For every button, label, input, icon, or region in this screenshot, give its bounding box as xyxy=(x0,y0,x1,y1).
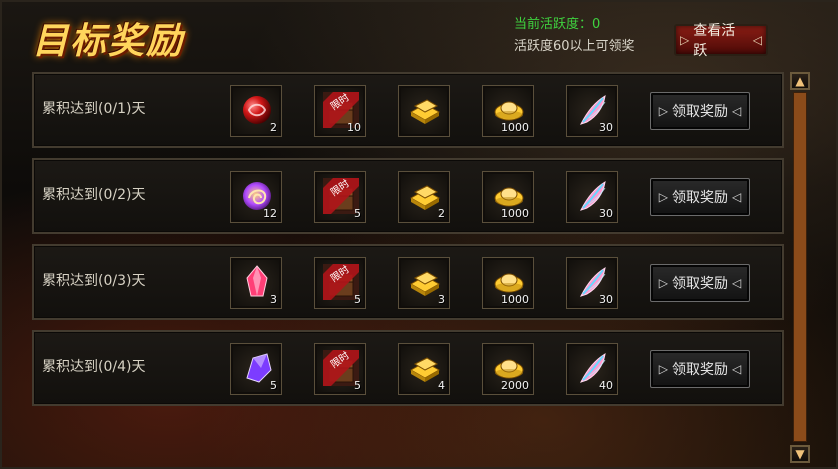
right-arrow-icon: ◁ xyxy=(732,276,742,290)
scrollbar[interactable]: ▲ ▼ xyxy=(790,72,810,463)
reward-item-slot[interactable]: 2000 xyxy=(482,343,534,395)
view-activity-button[interactable]: ▷ 查看活跃 ◁ xyxy=(674,23,768,59)
reward-row-label: 累积达到(0/3)天 xyxy=(42,273,146,289)
activity-hint: 活跃度60以上可领奖 xyxy=(514,39,635,54)
claim-reward-button[interactable]: ▷ 领取奖励 ◁ xyxy=(650,92,750,130)
reward-row: 累积达到(0/2)天 12 限时 5 2 1000 30 ▷ 领取奖励 ◁ xyxy=(32,158,784,234)
reward-item-slot[interactable]: 2 xyxy=(398,171,450,223)
chevron-up-icon: ▲ xyxy=(795,74,805,88)
reward-row: 累积达到(0/3)天 3 限时 5 3 1000 30 ▷ 领取奖励 ◁ xyxy=(32,244,784,320)
reward-item-slot[interactable]: 12 xyxy=(230,171,282,223)
reward-item-slot[interactable]: 3 xyxy=(398,257,450,309)
item-count: 3 xyxy=(270,293,277,306)
item-count: 2 xyxy=(438,207,445,220)
reward-item-slot[interactable]: 限时 5 xyxy=(314,171,366,223)
scroll-down-button[interactable]: ▼ xyxy=(790,445,810,463)
item-count: 5 xyxy=(354,379,361,392)
reward-row: 累积达到(0/4)天 5 限时 5 4 2000 40 ▷ 领取奖励 ◁ xyxy=(32,330,784,406)
panel-header: 目标奖励 当前活跃度：0 活跃度60以上可领奖 ▷ 查看活跃 ◁ xyxy=(2,2,836,66)
item-count: 4 xyxy=(438,379,445,392)
reward-item-slot[interactable]: 40 xyxy=(566,343,618,395)
item-count: 5 xyxy=(354,207,361,220)
reward-item-slot[interactable]: 4 xyxy=(398,343,450,395)
item-count: 2 xyxy=(270,121,277,134)
item-count: 3 xyxy=(438,293,445,306)
reward-item-slot[interactable]: 3 xyxy=(230,257,282,309)
claim-reward-label: 领取奖励 xyxy=(672,362,728,378)
activity-info: 当前活跃度：0 活跃度60以上可领奖 xyxy=(514,14,635,58)
reward-item-slot[interactable]: 限时 5 xyxy=(314,343,366,395)
item-count: 1000 xyxy=(501,293,529,306)
item-count: 12 xyxy=(263,207,277,220)
item-count: 5 xyxy=(354,293,361,306)
claim-reward-button[interactable]: ▷ 领取奖励 ◁ xyxy=(650,264,750,302)
view-activity-label: 查看活跃 xyxy=(693,23,736,59)
claim-reward-button[interactable]: ▷ 领取奖励 ◁ xyxy=(650,178,750,216)
chevron-down-icon: ▼ xyxy=(795,447,805,461)
reward-item-slot[interactable]: 限时 10 xyxy=(314,85,366,137)
item-count: 30 xyxy=(599,293,613,306)
reward-item-slot[interactable]: 2 xyxy=(230,85,282,137)
left-arrow-icon: ▷ xyxy=(658,104,668,118)
reward-item-slot[interactable]: 30 xyxy=(566,171,618,223)
left-arrow-icon: ▷ xyxy=(658,362,668,376)
scroll-track[interactable] xyxy=(793,92,807,442)
item-count: 1000 xyxy=(501,207,529,220)
panel-title: 目标奖励 xyxy=(32,20,185,62)
target-reward-panel: 目标奖励 当前活跃度：0 活跃度60以上可领奖 ▷ 查看活跃 ◁ 累积达到(0/… xyxy=(0,0,838,469)
reward-item-slot[interactable]: 1000 xyxy=(482,85,534,137)
claim-reward-label: 领取奖励 xyxy=(672,190,728,206)
item-count: 10 xyxy=(347,121,361,134)
scroll-up-button[interactable]: ▲ xyxy=(790,72,810,90)
claim-reward-label: 领取奖励 xyxy=(672,276,728,292)
right-arrow-icon: ◁ xyxy=(732,362,742,376)
reward-row: 累积达到(0/1)天 2 限时 10 1000 30 ▷ 领取奖励 ◁ xyxy=(32,72,784,148)
item-count: 2000 xyxy=(501,379,529,392)
reward-item-slot[interactable]: 1000 xyxy=(482,171,534,223)
reward-item-slot[interactable]: 30 xyxy=(566,257,618,309)
item-count: 30 xyxy=(599,121,613,134)
claim-reward-label: 领取奖励 xyxy=(672,104,728,120)
activity-value: 当前活跃度：0 xyxy=(514,17,601,32)
left-arrow-icon: ▷ xyxy=(658,276,668,290)
reward-item-slot[interactable] xyxy=(398,85,450,137)
item-count: 30 xyxy=(599,207,613,220)
reward-item-slot[interactable]: 5 xyxy=(230,343,282,395)
right-arrow-icon: ◁ xyxy=(752,33,762,47)
right-arrow-icon: ◁ xyxy=(732,104,742,118)
right-arrow-icon: ◁ xyxy=(732,190,742,204)
reward-item-slot[interactable]: 限时 5 xyxy=(314,257,366,309)
claim-reward-button[interactable]: ▷ 领取奖励 ◁ xyxy=(650,350,750,388)
left-arrow-icon: ▷ xyxy=(658,190,668,204)
reward-item-slot[interactable]: 30 xyxy=(566,85,618,137)
reward-row-label: 累积达到(0/1)天 xyxy=(42,101,146,117)
reward-row-label: 累积达到(0/2)天 xyxy=(42,187,146,203)
reward-row-label: 累积达到(0/4)天 xyxy=(42,359,146,375)
item-count: 1000 xyxy=(501,121,529,134)
item-count: 5 xyxy=(270,379,277,392)
item-count: 40 xyxy=(599,379,613,392)
left-arrow-icon: ▷ xyxy=(680,33,690,47)
reward-item-slot[interactable]: 1000 xyxy=(482,257,534,309)
